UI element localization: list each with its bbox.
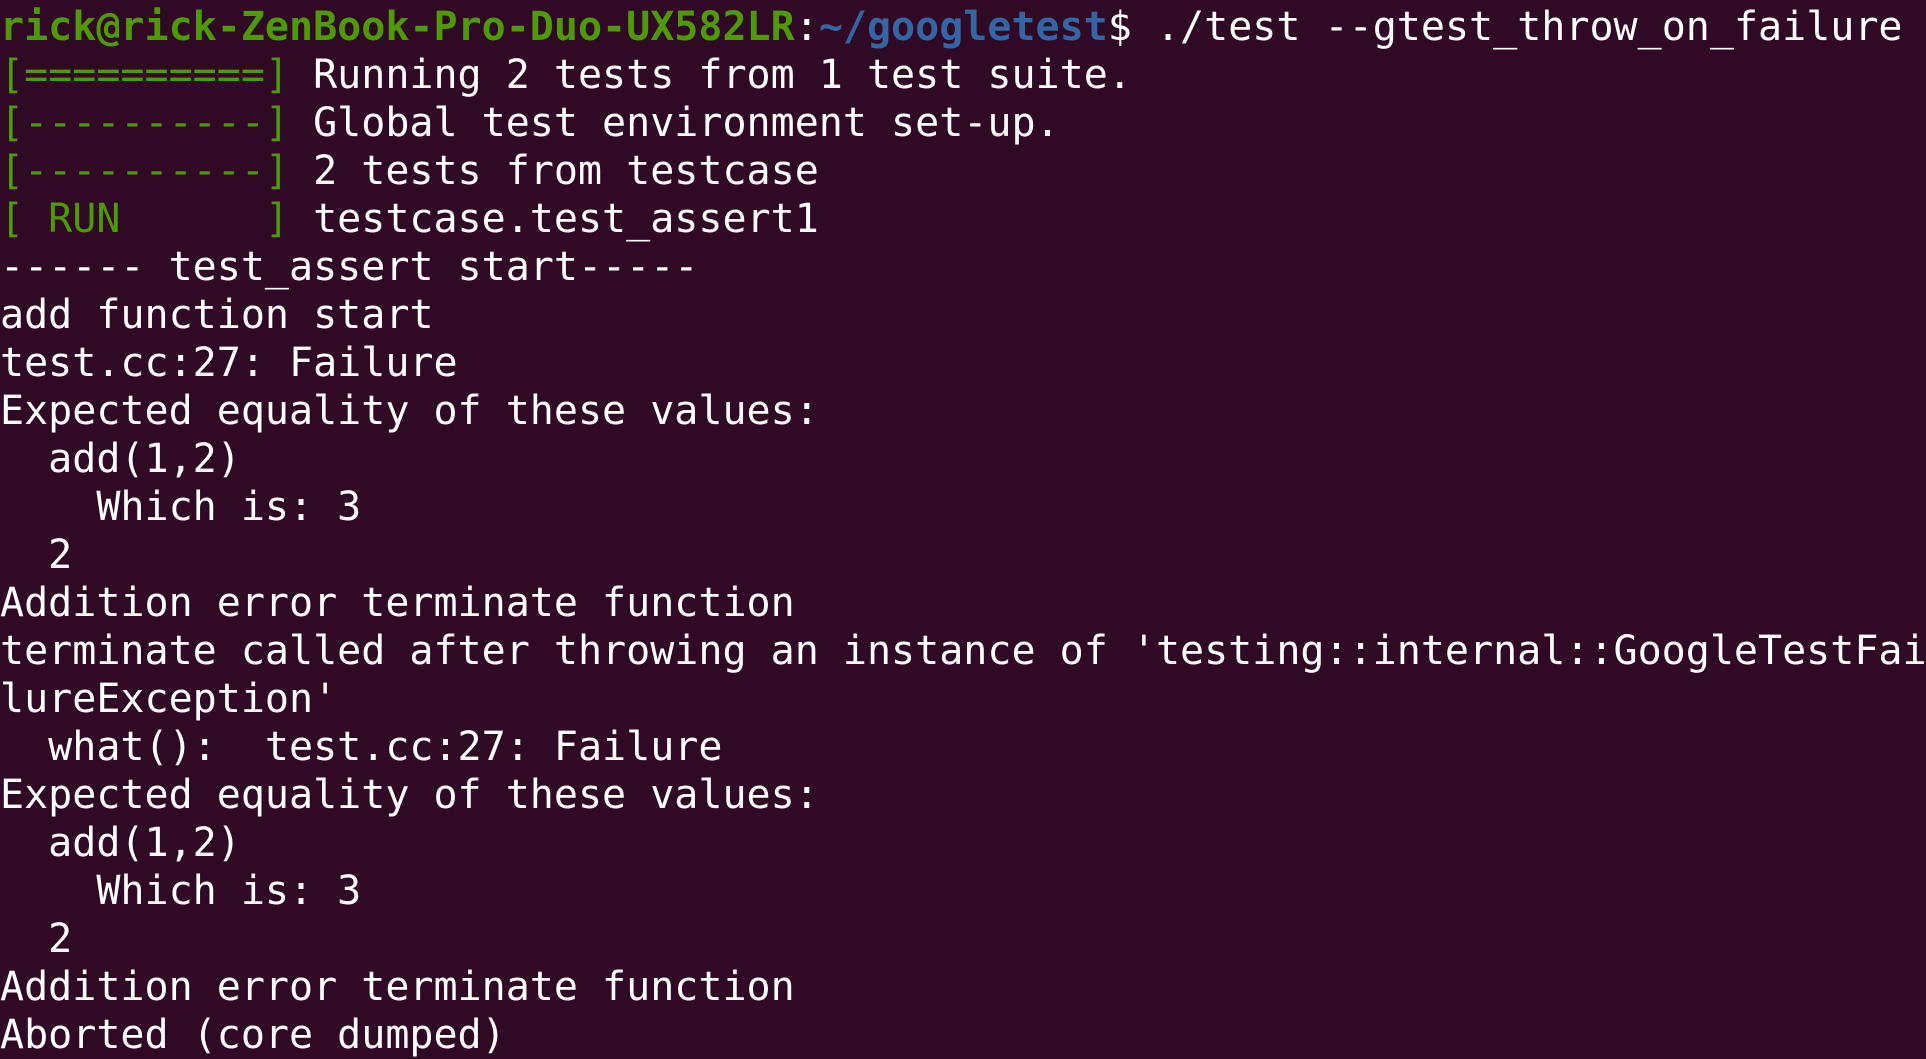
gtest-line: [ RUN ] testcase.test_assert1 — [0, 195, 1926, 243]
gtest-tag: [==========] — [0, 52, 289, 98]
output-line: 2 — [0, 532, 73, 578]
output-line: Which is: 3 — [0, 868, 362, 914]
prompt-symbol: $ — [1107, 4, 1132, 50]
output-line: Which is: 3 — [0, 484, 362, 530]
output-line: Aborted (core dumped) — [0, 1012, 506, 1058]
gtest-text: Running 2 tests from 1 test suite. — [288, 52, 1132, 98]
gtest-tag: [----------] — [0, 100, 289, 146]
output-line: add(1,2) — [0, 820, 241, 866]
output-line: add function start — [0, 292, 434, 338]
output-line: lureException' — [0, 676, 338, 722]
prompt-command: ./test --gtest_throw_on_failure — [1131, 4, 1903, 50]
output-line: Addition error terminate function — [0, 580, 795, 626]
gtest-tag: [----------] — [0, 148, 289, 194]
output-line: add(1,2) — [0, 436, 241, 482]
output-line: 2 — [0, 916, 73, 962]
prompt-user-host: rick@rick-ZenBook-Pro-Duo-UX582LR — [0, 4, 795, 50]
output-line: Addition error terminate function — [0, 964, 795, 1010]
terminal-window[interactable]: rick@rick-ZenBook-Pro-Duo-UX582LR:~/goog… — [0, 0, 1926, 1058]
prompt-separator: : — [794, 4, 819, 50]
output-line: Expected equality of these values: — [0, 388, 819, 434]
prompt-path: ~/googletest — [818, 4, 1108, 50]
gtest-line: [==========] Running 2 tests from 1 test… — [0, 51, 1926, 99]
output-line: test.cc:27: Failure — [0, 340, 458, 386]
output-line: Expected equality of these values: — [0, 772, 819, 818]
gtest-line: [----------] 2 tests from testcase — [0, 147, 1926, 195]
gtest-line: [----------] Global test environment set… — [0, 99, 1926, 147]
gtest-text: 2 tests from testcase — [288, 148, 819, 194]
gtest-tag: [ RUN ] — [0, 196, 289, 242]
gtest-text: testcase.test_assert1 — [288, 196, 819, 242]
output-line: ------ test_assert start----- — [0, 244, 699, 290]
gtest-text: Global test environment set-up. — [288, 100, 1060, 146]
output-line: terminate called after throwing an insta… — [0, 628, 1926, 674]
prompt-line: rick@rick-ZenBook-Pro-Duo-UX582LR:~/goog… — [0, 3, 1926, 51]
output-line: what(): test.cc:27: Failure — [0, 724, 723, 770]
